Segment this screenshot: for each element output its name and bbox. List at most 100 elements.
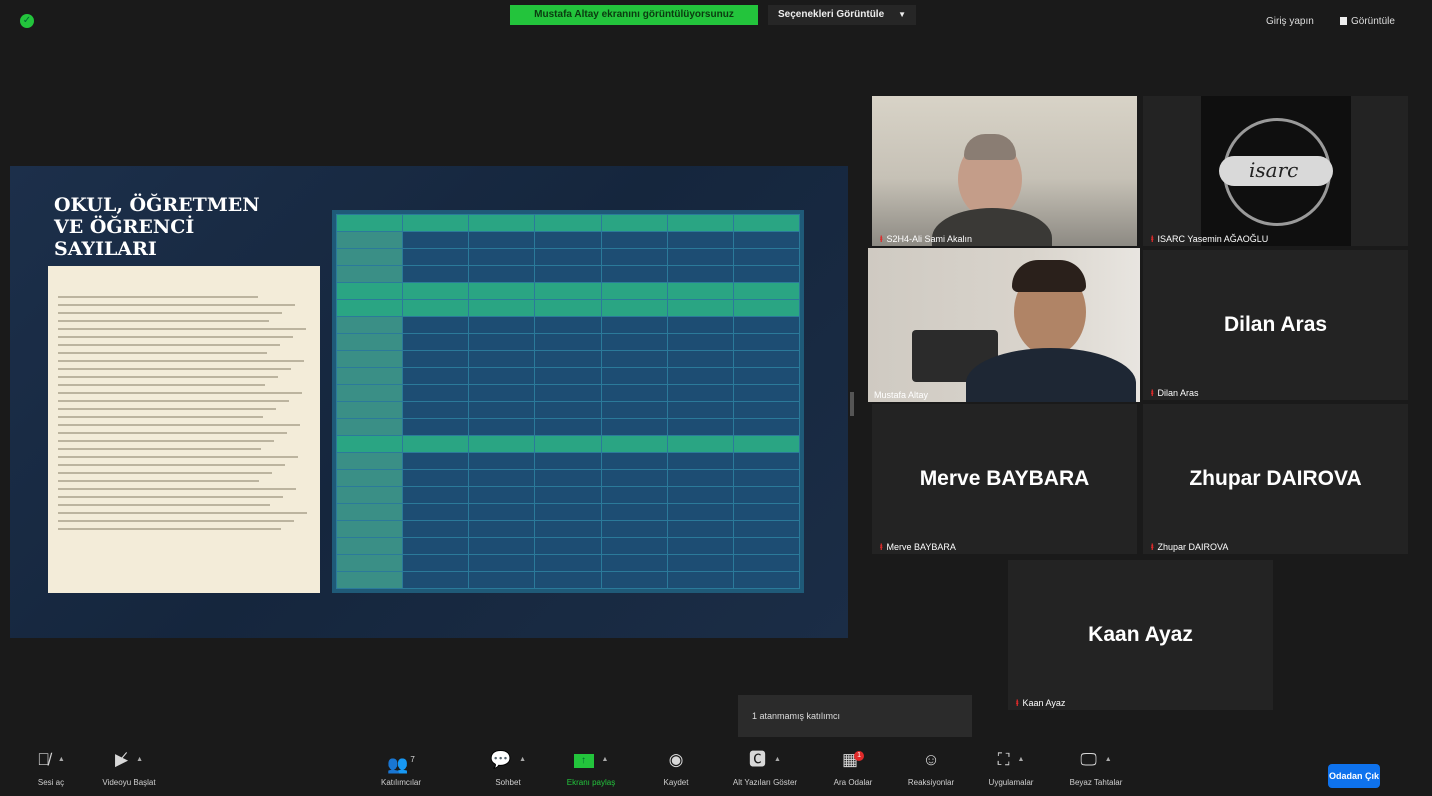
table-cell xyxy=(732,265,801,283)
table-cell xyxy=(534,299,602,317)
table-row xyxy=(335,299,801,317)
participant-name: ⱡ Merve BAYBARA xyxy=(880,542,956,552)
table-cell xyxy=(402,367,470,385)
table-cell xyxy=(732,350,801,368)
breakout-rooms-button[interactable]: ▦1 Ara Odalar xyxy=(826,748,880,787)
table-cell xyxy=(600,503,668,521)
document-text-line xyxy=(58,448,261,450)
table-cell xyxy=(468,401,536,419)
table-cell xyxy=(666,469,734,487)
view-options-button[interactable]: Seçenekleri Görüntüle ▼ xyxy=(768,5,917,25)
document-text-line xyxy=(58,392,302,394)
split-divider-handle[interactable] xyxy=(850,392,854,416)
participant-name-label: ISARC Yasemin AĞAOĞLU xyxy=(1157,234,1269,244)
table-cell xyxy=(732,384,801,402)
table-cell xyxy=(402,401,470,419)
table-cell xyxy=(468,214,536,232)
toolbar-label: Beyaz Tahtalar xyxy=(1069,778,1123,787)
unassigned-participants-notice[interactable]: 1 atanmamış katılımcı xyxy=(738,695,972,737)
table-cell xyxy=(534,248,602,266)
table-cell xyxy=(335,282,404,300)
document-text-line xyxy=(58,336,293,338)
table-cell xyxy=(335,537,404,555)
table-cell xyxy=(468,282,536,300)
isarc-logo: isarc xyxy=(1201,96,1351,246)
table-cell xyxy=(534,452,602,470)
meeting-toolbar: 🎙̸ ▲ Sesi aç ▶̸ ▲ Videoyu Başlat 👥 7 Katılı… xyxy=(0,748,1432,796)
logo-text: isarc xyxy=(1249,158,1299,182)
participant-name-label: Zhupar DAIROVA xyxy=(1157,542,1229,552)
table-cell xyxy=(335,265,404,283)
share-screen-button[interactable]: ↑ ▲ Ekranı paylaş xyxy=(556,748,626,787)
leave-room-button[interactable]: Odadan Çık xyxy=(1328,764,1380,788)
table-cell xyxy=(335,435,404,453)
chat-button[interactable]: 💬 ▲ Sohbet xyxy=(486,748,530,787)
reactions-button[interactable]: ☺ Reaksiyonlar xyxy=(898,748,964,787)
table-cell xyxy=(600,520,668,538)
table-cell xyxy=(335,333,404,351)
table-cell xyxy=(402,486,470,504)
security-shield-icon[interactable]: ✓ xyxy=(20,14,34,28)
table-cell xyxy=(468,350,536,368)
cc-icon: 🅲 ▲ xyxy=(749,750,781,769)
apps-button[interactable]: ⛶ ▲ Uygulamalar xyxy=(976,748,1046,787)
table-cell xyxy=(732,435,801,453)
table-cell xyxy=(402,435,470,453)
table-cell xyxy=(666,418,734,436)
whiteboard-icon: 🖵 ▲ xyxy=(1080,750,1112,769)
table-cell xyxy=(534,214,602,232)
unmute-button[interactable]: 🎙̸ ▲ Sesi aç xyxy=(30,748,72,787)
table-cell xyxy=(732,571,801,589)
table-cell xyxy=(468,520,536,538)
table-cell xyxy=(402,299,470,317)
table-cell xyxy=(534,503,602,521)
table-cell xyxy=(600,486,668,504)
table-cell xyxy=(666,265,734,283)
table-cell xyxy=(732,554,801,572)
table-cell xyxy=(402,384,470,402)
table-cell xyxy=(468,571,536,589)
muted-mic-icon: ⱡ xyxy=(1016,698,1019,708)
table-cell xyxy=(468,537,536,555)
whiteboards-button[interactable]: 🖵 ▲ Beyaz Tahtalar xyxy=(1058,748,1134,787)
participant-name: Mustafa Altay xyxy=(874,390,928,400)
table-cell xyxy=(402,571,470,589)
table-cell xyxy=(732,520,801,538)
captions-button[interactable]: 🅲 ▲ Alt Yazıları Göster xyxy=(722,748,808,787)
table-cell xyxy=(666,350,734,368)
record-icon: ◉ xyxy=(668,750,684,769)
table-cell xyxy=(468,231,536,249)
table-cell xyxy=(732,486,801,504)
table-cell xyxy=(666,554,734,572)
toolbar-label: Reaksiyonlar xyxy=(907,778,955,787)
signin-link[interactable]: Giriş yapın xyxy=(1266,16,1314,27)
start-video-button[interactable]: ▶̸ ▲ Videoyu Başlat xyxy=(96,748,162,787)
participants-button[interactable]: 👥 7 Katılımcılar xyxy=(374,748,428,787)
table-cell xyxy=(534,469,602,487)
participant-display-name: Zhupar DAIROVA xyxy=(1189,467,1362,490)
document-text-line xyxy=(58,496,283,498)
table-cell xyxy=(732,469,801,487)
table-cell xyxy=(666,537,734,555)
table-cell xyxy=(402,554,470,572)
table-row xyxy=(335,486,801,504)
table-cell xyxy=(402,214,470,232)
table-cell xyxy=(732,452,801,470)
table-cell xyxy=(534,537,602,555)
chevron-up-icon: ▲ xyxy=(1104,756,1112,763)
table-cell xyxy=(534,520,602,538)
participant-name: ⱡ Kaan Ayaz xyxy=(1016,698,1065,708)
chevron-up-icon: ▲ xyxy=(519,756,527,763)
table-cell xyxy=(666,401,734,419)
table-cell xyxy=(402,265,470,283)
record-button[interactable]: ◉ Kaydet xyxy=(654,748,698,787)
participant-tile: Zhupar DAIROVA ⱡ Zhupar DAIROVA xyxy=(1143,404,1408,554)
table-cell xyxy=(666,571,734,589)
document-text-line xyxy=(58,344,280,346)
table-cell xyxy=(600,418,668,436)
table-row xyxy=(335,503,801,521)
top-bar: ✓ Mustafa Altay ekranını görüntülüyorsun… xyxy=(0,0,1432,40)
table-cell xyxy=(402,282,470,300)
view-button[interactable]: Görüntüle xyxy=(1340,16,1395,27)
scanned-document-image xyxy=(48,266,320,593)
